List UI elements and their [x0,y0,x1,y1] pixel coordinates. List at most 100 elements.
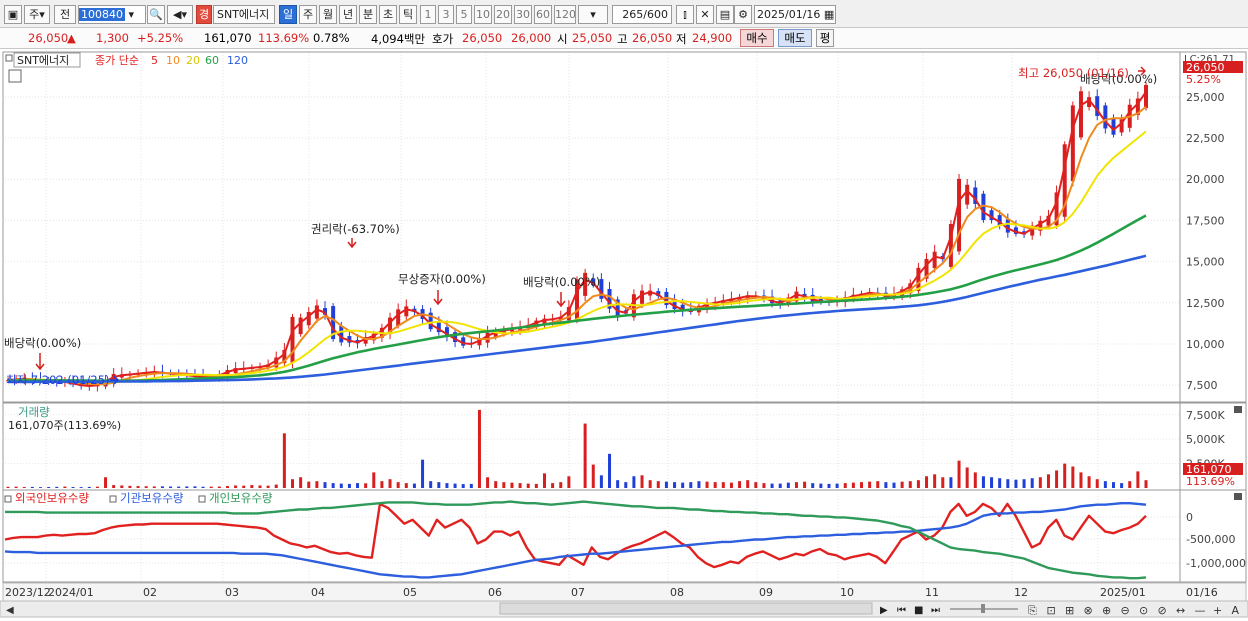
volume-bar [1120,483,1124,488]
volume-bar [729,482,733,488]
annotation-rights: 권리락(-63.70%) [311,222,400,236]
volume-bar [404,483,408,488]
candle-body [1103,105,1108,129]
interval-button-30[interactable]: 30 [514,5,532,24]
search-icon[interactable]: 🔍 [147,5,165,24]
sound-icon[interactable]: ◀▾ [167,5,193,24]
volume-bar [104,477,108,488]
volume-bar [542,473,546,488]
volume-bar [1136,471,1140,488]
volume-bar [412,483,416,488]
market-type-select[interactable]: 주▾ [24,5,50,24]
period-tab-week[interactable]: 주 [299,5,317,24]
volume-bar [461,484,465,488]
period-tab-month[interactable]: 월 [319,5,337,24]
volume-bar [299,477,303,488]
x-tick-label: 04 [311,586,325,599]
volume-bar [242,485,246,488]
price-panel [2,51,1247,403]
toolbar: ▣ 주▾ 전 100840 ▾ 🔍 ◀▾ 경 SNT에너지 일 주 월 년 분 … [0,0,1248,28]
volume-bar [518,483,522,488]
volume-bar [933,474,937,488]
candle-body [314,305,319,319]
sell-button[interactable]: 매도 [778,29,812,47]
crosshair-icon[interactable]: ✕ [696,5,714,24]
x-tick-label: 12 [1014,586,1028,599]
chart-canvas[interactable]: 2023/122024/01 02 03 04 05 06 07 08 09 10 11 12 2025… [0,50,1248,621]
flat-button[interactable]: 평 [816,29,834,47]
interval-button-3[interactable]: 3 [438,5,454,24]
playback-icon-1: ⏮ [897,605,906,616]
tool-icon-4: ⊕ [1102,604,1111,617]
open-price: 25,050 [572,31,613,45]
volume-bar [1022,479,1026,488]
holdings-tick-label: -1,000,000 [1186,557,1246,570]
date-input[interactable]: 2025/01/16 ▦ [754,5,836,24]
window-menu-icon[interactable]: ▣ [4,5,22,24]
volume-bar [396,482,400,488]
volume-bar [177,486,181,488]
volume-bar [282,433,286,488]
candle-body [957,178,962,252]
period-tab-minute[interactable]: 분 [359,5,377,24]
tool-icon-9: — [1195,604,1206,617]
volume-bar [900,481,904,488]
x-tick-label: 10 [840,586,854,599]
stock-name: SNT에너지 [213,5,275,24]
count-input[interactable]: 265/600 [612,5,672,24]
annotation-bonus: 무상증자(0.00%) [398,272,486,286]
tool-icon-3: ⊗ [1084,604,1093,617]
volume-value: 161,070 [204,31,252,45]
period-tab-year[interactable]: 년 [339,5,357,24]
legend-ma60: 60 [205,54,219,67]
period-tab-second[interactable]: 초 [379,5,397,24]
volume-bar [347,483,351,488]
x-tick-label: 01/16 [1186,586,1218,599]
tool-icon-2: ⊞ [1065,604,1074,617]
interval-button-5[interactable]: 5 [456,5,472,24]
open-label: 시 [557,32,568,46]
period-tab-tick[interactable]: 틱 [399,5,417,24]
volume-bar [738,481,742,488]
volume-bar [469,483,473,488]
arrow-down-icon [35,353,45,371]
volume-bar [583,423,587,488]
candle-icon[interactable]: ⫾ [676,5,694,24]
holdings-tick-label: -500,000 [1186,533,1235,546]
period-tab-day[interactable]: 일 [279,5,297,24]
volume-bar [778,483,782,488]
interval-select[interactable]: ▾ [578,5,608,24]
price-tick-label: 12,500 [1186,297,1225,310]
arrow-down-icon [433,290,443,306]
interval-button-10[interactable]: 10 [474,5,492,24]
volume-bar [421,459,425,488]
gear-icon[interactable]: ⚙ [734,5,752,24]
bid-label: 호가 [432,32,454,46]
volume-subtitle: 161,070주(113.69%) [8,419,121,432]
chart-stock-name: SNT에너지 [17,54,69,67]
candle-body [932,251,937,269]
interval-button-1[interactable]: 1 [420,5,436,24]
volume-bar [803,481,807,488]
volume-bar [486,477,490,488]
price-tick-label: 15,000 [1186,256,1225,269]
volume-bar [453,483,457,488]
save-icon[interactable]: ▤ [716,5,734,24]
interval-button-20[interactable]: 20 [494,5,512,24]
legend-ma120: 120 [227,54,248,67]
stock-chart-window: ▣ 주▾ 전 100840 ▾ 🔍 ◀▾ 경 SNT에너지 일 주 월 년 분 … [0,0,1248,621]
volume-bar [697,481,701,488]
stock-code-input[interactable]: 100840 ▾ [78,5,146,24]
interval-button-120[interactable]: 120 [554,5,576,24]
volume-bar [1144,480,1148,488]
volume-bar [925,476,929,488]
volume-bar [868,481,872,488]
volume-bar [1046,474,1050,488]
candle-body [1144,84,1148,109]
volume-bar [1055,470,1059,488]
interval-button-60[interactable]: 60 [534,5,552,24]
tool-icon-0: ⎘ [1028,604,1037,617]
prev-button[interactable]: 전 [54,5,76,24]
volume-bar [916,480,920,488]
buy-button[interactable]: 매수 [740,29,774,47]
